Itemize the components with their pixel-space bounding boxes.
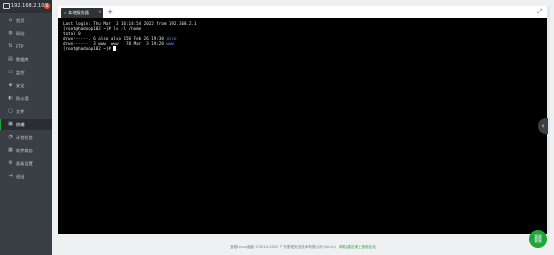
notification-badge[interactable]: 0	[44, 3, 50, 9]
collapse-toggle-icon[interactable]: ‹	[538, 118, 548, 134]
sidebar-item[interactable]: ◍ 网站	[0, 28, 52, 39]
terminal-panel: 本地服务器 × + ⤢ Last login: Thu Mar 3 16:14:…	[58, 6, 547, 234]
ftp-icon: ⇅	[8, 43, 13, 49]
sidebar-item[interactable]: ◐ 防火墙	[0, 93, 52, 104]
sidebar-item-label: 文件	[16, 109, 25, 114]
footer: 宝塔Linux面板 ©2014-2022 广东堡塔安全技术有限公司 (bt.cn…	[52, 244, 554, 251]
dir-name: www	[166, 41, 174, 46]
firewall-icon: ◐	[8, 95, 13, 101]
sidebar-item[interactable]: ▢ 文件	[0, 106, 52, 117]
sidebar-item[interactable]: ▣ 终端	[0, 119, 52, 130]
sidebar-item-label: 面板设置	[16, 161, 33, 166]
home-icon: ⌂	[8, 17, 13, 23]
tab-local-server[interactable]: 本地服务器 ×	[61, 8, 103, 18]
sidebar-item-label: 防火墙	[16, 96, 29, 101]
sidebar-item-label: FTP	[16, 44, 24, 49]
settings-icon: ⚙	[8, 160, 13, 166]
sidebar-item-label: 监控	[16, 70, 25, 75]
server-ip: 192.168.2.102	[11, 3, 48, 9]
sidebar-item-label: 终端	[16, 122, 25, 127]
forum-link[interactable]: 求助|建议请上宝塔论坛	[339, 245, 376, 249]
store-icon: ▦	[8, 147, 13, 153]
sidebar-item[interactable]: ⚙ 面板设置	[0, 158, 52, 169]
clock-icon: ◔	[8, 134, 13, 140]
sidebar-item[interactable]: ⇅ FTP	[0, 41, 52, 52]
status-dot-icon	[64, 12, 66, 14]
sidebar-item[interactable]: ⌂ 首页	[0, 15, 52, 26]
terminal-screen[interactable]: Last login: Thu Mar 3 16:14:54 2022 from…	[58, 18, 547, 234]
sidebar-item[interactable]: ▦ 软件商店	[0, 145, 52, 156]
sidebar-item[interactable]: ◔ 计划任务	[0, 132, 52, 143]
server-header[interactable]: 192.168.2.102 0	[0, 0, 52, 13]
help-line-2: 客服	[534, 238, 542, 243]
sidebar-item-label: 安全	[16, 83, 25, 88]
sidebar-item[interactable]: ⇥ 退出	[0, 171, 52, 182]
customer-service-button[interactable]: 客服 客服	[529, 230, 547, 248]
globe-icon: ◍	[8, 30, 13, 36]
terminal-prompt-line: [root@hadoop102 ~]#	[63, 46, 116, 51]
footer-copyright: 宝塔Linux面板 ©2014-2022 广东堡塔安全技术有限公司 (bt.cn…	[230, 245, 336, 249]
shield-icon: ◈	[8, 82, 13, 88]
monitor-icon	[3, 3, 10, 9]
add-tab-button[interactable]: +	[106, 8, 114, 16]
close-icon[interactable]: ×	[98, 9, 102, 17]
logout-icon: ⇥	[8, 173, 13, 179]
fullscreen-icon[interactable]: ⤢	[536, 8, 544, 16]
database-icon: ▤	[8, 56, 13, 62]
sidebar-item-label: 数据库	[16, 57, 29, 62]
tab-label: 本地服务器	[68, 10, 89, 15]
sidebar-item[interactable]: ▤ 数据库	[0, 54, 52, 65]
terminal-tabbar: 本地服务器 × + ⤢	[58, 6, 547, 18]
sidebar-item-label: 网站	[16, 31, 25, 36]
terminal-cursor	[113, 46, 116, 51]
sidebar-item-label: 计划任务	[16, 135, 33, 140]
sidebar-item-label: 退出	[16, 174, 25, 179]
sidebar-item-label: 软件商店	[16, 148, 33, 153]
monitor-icon: ▭	[8, 69, 13, 75]
sidebar-item[interactable]: ▭ 监控	[0, 67, 52, 78]
sidebar-item-label: 首页	[16, 18, 25, 23]
terminal-icon: ▣	[8, 121, 13, 127]
sidebar: 192.168.2.102 0 ⌂ 首页 ◍ 网站 ⇅ FTP ▤ 数据库 ▭ 监控 ◈ 安全 ◐ 防火墙…	[0, 0, 52, 255]
sidebar-item[interactable]: ◈ 安全	[0, 80, 52, 91]
folder-icon: ▢	[8, 108, 13, 114]
